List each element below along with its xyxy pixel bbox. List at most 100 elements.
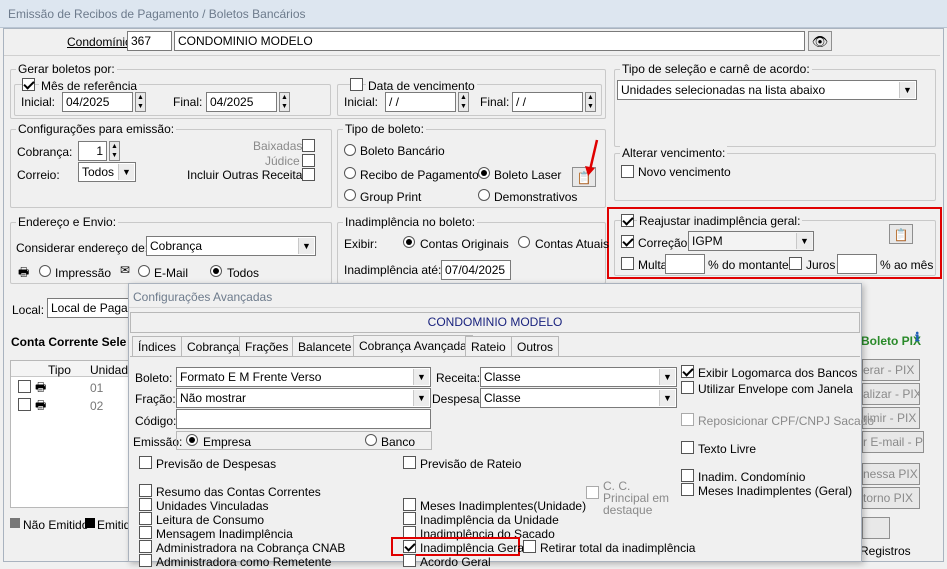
radio-group-print[interactable] — [344, 189, 356, 201]
radio-laser[interactable] — [478, 167, 490, 179]
left-opt-3-checkbox[interactable] — [139, 526, 152, 539]
local-input[interactable]: Local de Pagamen — [47, 298, 132, 318]
left-opt-1-label: Unidades Vinculadas — [156, 499, 269, 513]
juros-checkbox[interactable] — [789, 257, 802, 270]
retirar-checkbox[interactable] — [523, 540, 536, 553]
radio-email[interactable] — [138, 265, 150, 277]
radio-bancario[interactable] — [344, 144, 356, 156]
mid-opt-1-checkbox[interactable] — [403, 512, 416, 525]
endereco-select[interactable]: Cobrança ▼ — [146, 236, 316, 256]
baixadas-checkbox[interactable] — [302, 139, 315, 152]
row-checkbox[interactable] — [18, 398, 31, 411]
email-pix-button[interactable]: r E-mail - PIX — [862, 431, 924, 453]
cc-principal-checkbox[interactable] — [586, 486, 599, 499]
venc-final-input[interactable]: / / — [512, 92, 583, 112]
left-opt-4-label: Administradora na Cobrança CNAB — [156, 541, 346, 555]
inad-geral-checkbox[interactable] — [403, 540, 416, 553]
venc-checkbox[interactable] — [350, 78, 363, 91]
mes-final-input[interactable]: 04/2025 — [206, 92, 277, 112]
prev-despesas-checkbox[interactable] — [139, 456, 152, 469]
multa-checkbox[interactable] — [621, 257, 634, 270]
tabs-bar: Índices Cobrança Frações Balancete Cobra… — [130, 335, 860, 357]
row-checkbox[interactable] — [18, 380, 31, 393]
extra-button[interactable] — [862, 517, 890, 539]
tab-fracoes[interactable]: Frações — [239, 336, 295, 356]
left-opt-2-checkbox[interactable] — [139, 512, 152, 525]
gerar-pix-button[interactable]: erar - PIX — [862, 359, 920, 381]
reajuste-checkbox[interactable] — [621, 214, 634, 227]
left-opt-5-checkbox[interactable] — [139, 554, 152, 567]
venc-final-spinner[interactable]: ▲ ▼ — [585, 92, 596, 112]
radio-todos[interactable] — [210, 265, 222, 277]
left-opt-1-checkbox[interactable] — [139, 498, 152, 511]
multa-input[interactable] — [665, 254, 705, 274]
tab-balancete[interactable]: Balancete — [292, 336, 358, 356]
prev-rateio-label: Previsão de Rateio — [420, 457, 522, 471]
correio-label: Correio: — [17, 168, 60, 182]
judice-checkbox[interactable] — [302, 154, 315, 167]
condominio-code-input[interactable]: 367 — [127, 31, 172, 51]
atualizar-pix-button[interactable]: alizar - PIX — [862, 383, 920, 405]
dialog-titlebar: Configurações Avançadas — [129, 284, 861, 308]
meses-geral-checkbox[interactable] — [681, 483, 694, 496]
exibir-logo-checkbox[interactable] — [681, 365, 694, 378]
gerar-title: Gerar boletos por: — [16, 62, 117, 76]
radio-empresa[interactable] — [186, 434, 198, 446]
emissao-label: Emissão: — [133, 435, 183, 449]
info-icon[interactable]: ℹ — [915, 330, 920, 344]
receita-select[interactable]: Classe ▼ — [480, 367, 677, 387]
venc-inicial-spinner[interactable]: ▲ ▼ — [458, 92, 469, 112]
cobranca-spinner[interactable]: ▲ ▼ — [109, 141, 120, 161]
incluir-checkbox[interactable] — [302, 168, 315, 181]
mes-checkbox[interactable] — [22, 78, 35, 91]
inadim-cond-checkbox[interactable] — [681, 469, 694, 482]
cobranca-label: Cobrança: — [17, 145, 73, 159]
radio-banco[interactable] — [365, 434, 377, 446]
left-opt-0-checkbox[interactable] — [139, 484, 152, 497]
prev-rateio-checkbox[interactable] — [403, 456, 416, 469]
novo-venc-checkbox[interactable] — [621, 165, 634, 178]
despesa-select[interactable]: Classe ▼ — [480, 388, 677, 408]
radio-originais[interactable] — [403, 236, 415, 248]
correio-select[interactable]: Todos ▼ — [78, 162, 136, 182]
mes-inicial-spinner[interactable]: ▲ ▼ — [135, 92, 146, 112]
radio-demonstrativos[interactable] — [478, 189, 490, 201]
mes-final-spinner[interactable]: ▲ ▼ — [279, 92, 290, 112]
remessa-pix-button[interactable]: nessa PIX — [862, 463, 920, 485]
prev-despesas-label: Previsão de Despesas — [156, 457, 277, 471]
endereco-title: Endereço e Envio: — [16, 215, 119, 229]
indice-select[interactable]: IGPM ▼ — [688, 231, 814, 251]
codigo-input[interactable] — [176, 409, 431, 429]
radio-impressao[interactable] — [39, 265, 51, 277]
tab-cobranca-avancada[interactable]: Cobrança Avançada — [353, 335, 473, 357]
acordo-geral-checkbox[interactable] — [403, 554, 416, 567]
juros-input[interactable] — [837, 254, 877, 274]
reposicionar-checkbox[interactable] — [681, 413, 694, 426]
radio-atuais[interactable] — [518, 236, 530, 248]
venc-inicial-input[interactable]: / / — [385, 92, 456, 112]
tab-rateio[interactable]: Rateio — [465, 336, 512, 356]
table-row[interactable]: 01 — [90, 381, 103, 395]
reajuste-config-button[interactable]: 📋 — [889, 224, 913, 244]
condominio-name-input[interactable]: CONDOMINIO MODELO — [174, 31, 805, 51]
radio-recibo[interactable] — [344, 167, 356, 179]
texto-livre-checkbox[interactable] — [681, 441, 694, 454]
juros-label: Juros — [806, 258, 836, 272]
tab-outros[interactable]: Outros — [511, 336, 560, 356]
retorno-pix-button[interactable]: torno PIX — [862, 487, 920, 509]
table-row[interactable]: 02 — [90, 399, 103, 413]
boleto-select[interactable]: Formato E M Frente Verso ▼ — [176, 367, 431, 387]
selecao-select[interactable]: Unidades selecionadas na lista abaixo ▼ — [617, 80, 917, 100]
mes-inicial-input[interactable]: 04/2025 — [62, 92, 133, 112]
tab-indices[interactable]: Índices — [132, 336, 183, 356]
envelope-checkbox[interactable] — [681, 381, 694, 394]
search-button[interactable]: 👁 — [808, 31, 832, 51]
ate-input[interactable]: 07/04/2025 — [441, 260, 511, 280]
tab-cobranca[interactable]: Cobrança — [181, 336, 246, 356]
fracao-select[interactable]: Não mostrar ▼ — [176, 388, 431, 408]
cobranca-input[interactable]: 1 — [78, 141, 107, 161]
cc-principal-label: C. C. Principal em destaque — [603, 479, 670, 517]
mid-opt-0-checkbox[interactable] — [403, 498, 416, 511]
correcao-checkbox[interactable] — [621, 235, 634, 248]
left-opt-4-checkbox[interactable] — [139, 540, 152, 553]
